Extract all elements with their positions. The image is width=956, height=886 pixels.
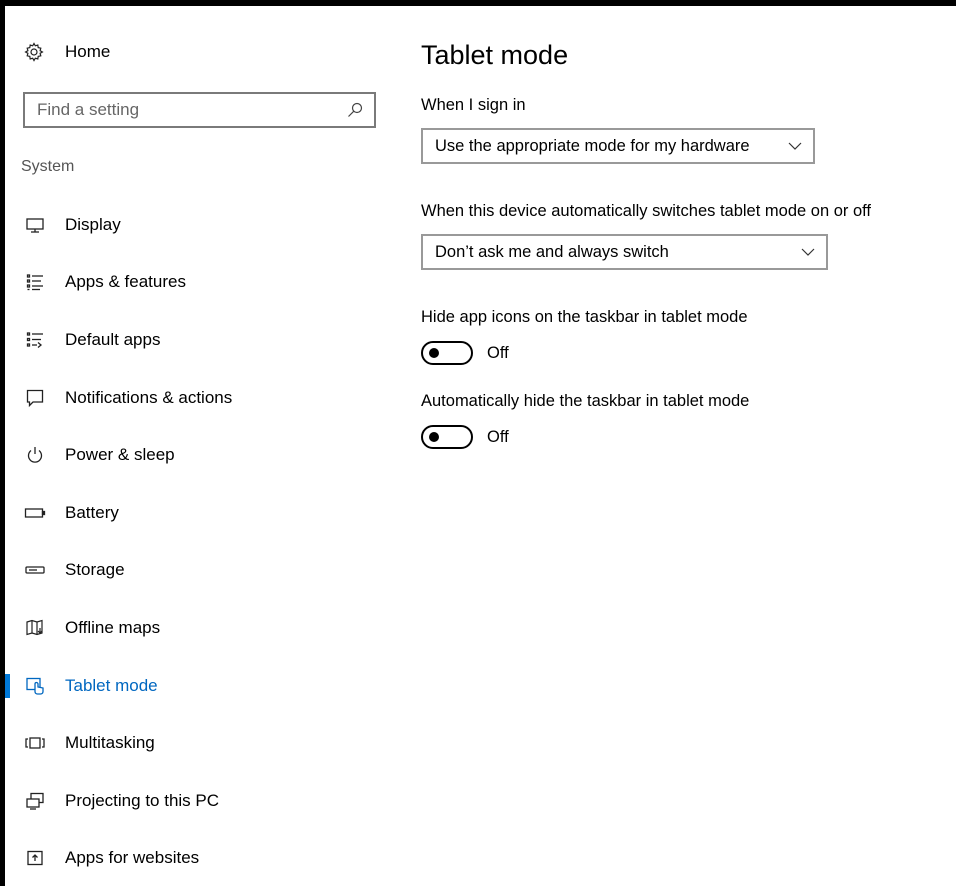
- power-icon: [23, 443, 47, 467]
- sidebar-item-label: Apps for websites: [65, 848, 200, 868]
- auto-switch-label: When this device automatically switches …: [421, 202, 872, 220]
- default-apps-icon: [23, 328, 47, 352]
- sidebar-item-apps-features[interactable]: Apps & features: [5, 254, 395, 312]
- notifications-icon: [23, 386, 47, 410]
- sidebar: Home System Display: [5, 6, 395, 886]
- search-box[interactable]: [23, 92, 376, 128]
- tablet-mode-icon: [23, 674, 47, 698]
- chevron-down-icon: [800, 244, 816, 260]
- hide-icons-state: Off: [487, 343, 509, 362]
- projecting-icon: [23, 789, 47, 813]
- hide-icons-label: Hide app icons on the taskbar in tablet …: [421, 308, 748, 326]
- sidebar-item-label: Multitasking: [65, 733, 155, 753]
- screen-frame: Home System Display: [0, 0, 956, 886]
- sidebar-item-offline-maps[interactable]: Offline maps: [5, 599, 395, 657]
- sidebar-item-label: Apps & features: [65, 272, 186, 292]
- sidebar-item-projecting[interactable]: Projecting to this PC: [5, 772, 395, 830]
- sidebar-item-notifications[interactable]: Notifications & actions: [5, 369, 395, 427]
- section-title-system: System: [21, 158, 75, 175]
- sign-in-label: When I sign in: [421, 96, 526, 114]
- sidebar-item-label: Default apps: [65, 329, 161, 349]
- sidebar-item-display[interactable]: Display: [5, 196, 395, 254]
- search-input[interactable]: [37, 100, 346, 120]
- page-title: Tablet mode: [421, 40, 569, 70]
- apps-features-icon: [23, 270, 47, 294]
- auto-switch-dropdown-value: Don’t ask me and always switch: [435, 242, 669, 261]
- map-icon: [23, 616, 47, 640]
- sidebar-item-tablet-mode[interactable]: Tablet mode: [5, 657, 395, 715]
- main-content: Tablet mode When I sign in Use the appro…: [421, 6, 951, 886]
- chevron-down-icon: [787, 138, 803, 154]
- sidebar-item-label: Battery: [65, 502, 119, 522]
- sidebar-item-power-sleep[interactable]: Power & sleep: [5, 426, 395, 484]
- sign-in-dropdown-value: Use the appropriate mode for my hardware: [435, 136, 750, 155]
- sidebar-item-label: Notifications & actions: [65, 387, 233, 407]
- battery-icon: [23, 501, 47, 525]
- toggle-knob: [429, 348, 439, 358]
- hide-taskbar-state: Off: [487, 427, 509, 446]
- multitasking-icon: [23, 731, 47, 755]
- toggle-knob: [429, 432, 439, 442]
- apps-websites-icon: [23, 846, 47, 870]
- sidebar-item-battery[interactable]: Battery: [5, 484, 395, 542]
- sidebar-item-label: Display: [65, 214, 121, 234]
- sign-in-dropdown[interactable]: Use the appropriate mode for my hardware: [421, 128, 815, 164]
- sidebar-item-storage[interactable]: Storage: [5, 542, 395, 600]
- hide-taskbar-label: Automatically hide the taskbar in tablet…: [421, 392, 750, 410]
- settings-window: Home System Display: [5, 6, 956, 886]
- sidebar-item-label: Storage: [65, 560, 125, 580]
- hide-icons-toggle[interactable]: [421, 341, 473, 365]
- sidebar-item-label: Tablet mode: [65, 675, 158, 695]
- sidebar-item-label: Power & sleep: [65, 445, 175, 465]
- storage-icon: [23, 558, 47, 582]
- gear-icon: [23, 41, 45, 63]
- sidebar-item-label: Projecting to this PC: [65, 790, 220, 810]
- auto-switch-dropdown[interactable]: Don’t ask me and always switch: [421, 234, 828, 270]
- hide-taskbar-toggle-row: Off: [421, 425, 509, 449]
- sidebar-item-label: Offline maps: [65, 617, 161, 637]
- sidebar-item-apps-websites[interactable]: Apps for websites: [5, 830, 395, 886]
- sidebar-item-default-apps[interactable]: Default apps: [5, 311, 395, 369]
- hide-icons-toggle-row: Off: [421, 341, 509, 365]
- search-icon[interactable]: [346, 101, 364, 119]
- sidebar-nav: Display Apps & features Default apps Not…: [5, 196, 395, 886]
- home-link[interactable]: Home: [23, 38, 110, 66]
- sidebar-item-multitasking[interactable]: Multitasking: [5, 714, 395, 772]
- hide-taskbar-toggle[interactable]: [421, 425, 473, 449]
- home-label: Home: [65, 42, 111, 61]
- display-icon: [23, 213, 47, 237]
